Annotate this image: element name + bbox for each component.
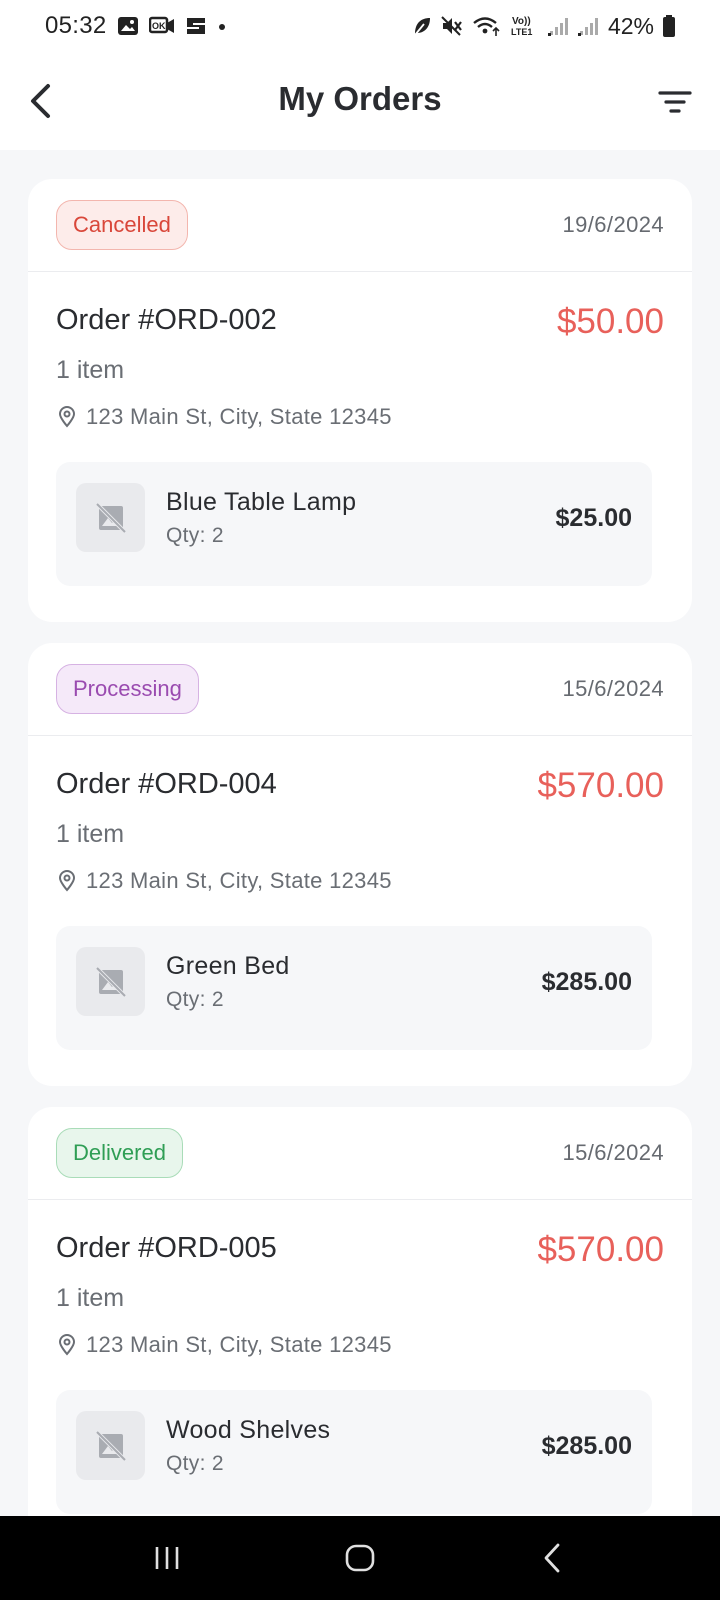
status-time: 05:32 <box>45 12 107 39</box>
location-pin-icon <box>58 406 76 428</box>
status-left: 05:32 OK <box>45 12 227 40</box>
order-date: 15/6/2024 <box>562 1140 664 1165</box>
order-card[interactable]: Delivered 15/6/2024 Order #ORD-005 $570.… <box>28 1107 692 1550</box>
order-number: Order #ORD-004 <box>56 768 277 800</box>
order-number: Order #ORD-005 <box>56 1232 277 1264</box>
battery-icon <box>662 14 676 38</box>
item-name: Wood Shelves <box>166 1416 331 1444</box>
svg-text:Vo)): Vo)) <box>512 16 531 27</box>
recents-button[interactable] <box>127 1528 207 1588</box>
order-card-header: Delivered 15/6/2024 <box>28 1107 692 1200</box>
status-bar: 05:32 OK Vo)) LTE1 42% <box>0 0 720 52</box>
location-pin-icon <box>58 1334 76 1356</box>
signal-icon <box>547 15 570 37</box>
image-unavailable-icon <box>95 502 126 533</box>
order-card[interactable]: Cancelled 19/6/2024 Order #ORD-002 $50.0… <box>28 179 692 622</box>
signal-icon <box>577 15 600 37</box>
address-row: 123 Main St, City, State 12345 <box>58 1332 392 1358</box>
item-count: 1 item <box>56 1284 125 1312</box>
order-total: $570.00 <box>537 766 664 805</box>
address-text: 123 Main St, City, State 12345 <box>86 868 392 893</box>
volte-icon: Vo)) LTE1 <box>510 14 540 38</box>
order-card[interactable]: Processing 15/6/2024 Order #ORD-004 $570… <box>28 643 692 1086</box>
address-row: 123 Main St, City, State 12345 <box>58 868 392 894</box>
status-badge: Processing <box>56 664 199 714</box>
item-price: $285.00 <box>541 968 632 996</box>
status-badge: Delivered <box>56 1128 183 1178</box>
svg-text:LTE1: LTE1 <box>511 27 532 37</box>
svg-text:OK: OK <box>152 21 166 31</box>
order-list: Cancelled 19/6/2024 Order #ORD-002 $50.0… <box>28 179 692 1571</box>
location-pin-icon <box>58 870 76 892</box>
status-right: Vo)) LTE1 42% <box>412 13 676 40</box>
item-count: 1 item <box>56 820 125 848</box>
order-total: $570.00 <box>537 1230 664 1269</box>
image-unavailable-icon <box>95 1430 126 1461</box>
filter-icon <box>658 91 692 113</box>
item-price: $25.00 <box>555 504 632 532</box>
item-count: 1 item <box>56 356 125 384</box>
address-text: 123 Main St, City, State 12345 <box>86 404 392 429</box>
order-item-row[interactable]: Blue Table Lamp Qty: 2 $25.00 <box>56 462 652 586</box>
wifi-icon <box>472 15 502 37</box>
item-quantity: Qty: 2 <box>166 988 224 1011</box>
status-badge: Cancelled <box>56 200 188 250</box>
order-total: $50.00 <box>556 302 664 341</box>
cast-icon: OK <box>148 15 175 37</box>
order-card-header: Cancelled 19/6/2024 <box>28 179 692 272</box>
back-icon <box>544 1543 560 1573</box>
item-name: Green Bed <box>166 952 290 980</box>
mute-icon <box>440 15 464 37</box>
gallery-icon <box>117 15 139 37</box>
order-item-row[interactable]: Green Bed Qty: 2 $285.00 <box>56 926 652 1050</box>
address-row: 123 Main St, City, State 12345 <box>58 404 392 430</box>
order-date: 15/6/2024 <box>562 676 664 701</box>
item-thumbnail <box>76 1411 145 1480</box>
item-thumbnail <box>76 483 145 552</box>
item-price: $285.00 <box>541 1432 632 1460</box>
order-item-row[interactable]: Wood Shelves Qty: 2 $285.00 <box>56 1390 652 1514</box>
dot-icon <box>217 15 227 37</box>
battery-percentage: 42% <box>607 12 654 39</box>
order-date: 19/6/2024 <box>562 212 664 237</box>
item-name: Blue Table Lamp <box>166 488 357 516</box>
page-title: My Orders <box>278 80 442 117</box>
app-bar: My Orders <box>0 52 720 150</box>
home-button[interactable] <box>320 1528 400 1588</box>
nav-back-button[interactable] <box>513 1528 593 1588</box>
item-quantity: Qty: 2 <box>166 1452 224 1475</box>
leaf-icon <box>412 15 432 37</box>
order-number: Order #ORD-002 <box>56 304 277 336</box>
system-nav-bar <box>0 1516 720 1600</box>
image-unavailable-icon <box>95 966 126 997</box>
app-icon <box>185 15 207 37</box>
recents-icon <box>155 1547 178 1569</box>
address-text: 123 Main St, City, State 12345 <box>86 1332 392 1357</box>
item-thumbnail <box>76 947 145 1016</box>
item-quantity: Qty: 2 <box>166 524 224 547</box>
home-icon <box>345 1544 375 1572</box>
filter-button[interactable] <box>652 79 698 125</box>
order-card-header: Processing 15/6/2024 <box>28 643 692 736</box>
